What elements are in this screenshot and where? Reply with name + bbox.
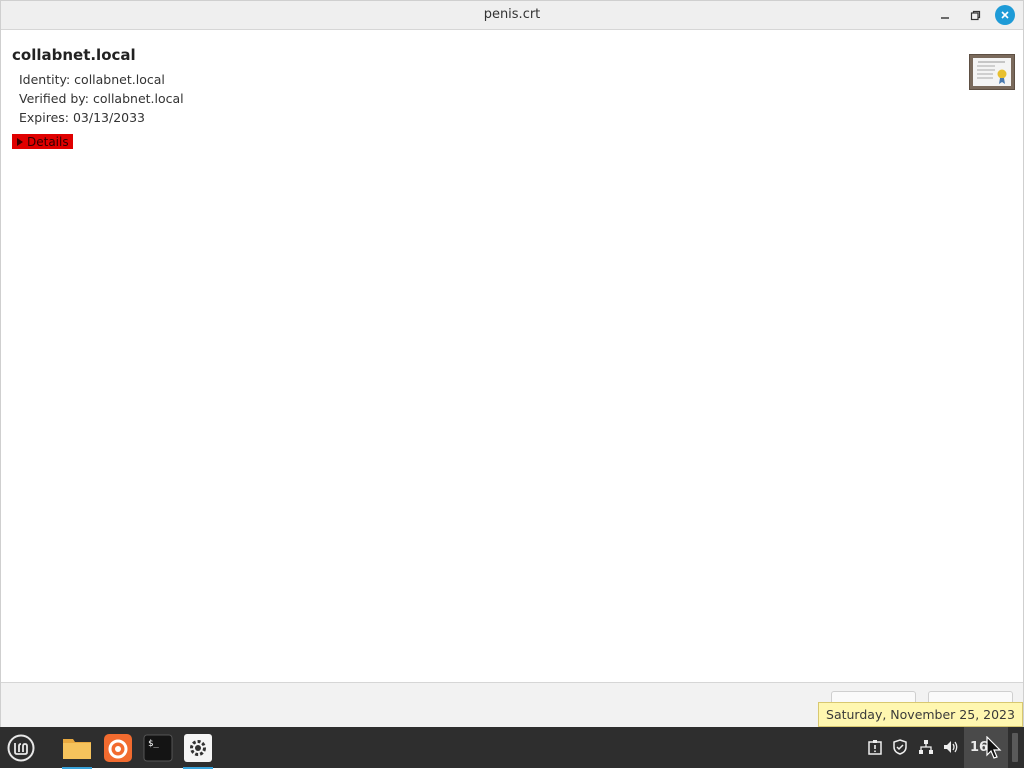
restore-icon: [970, 10, 980, 20]
certificate-content: collabnet.local Identity: collabnet.loca…: [1, 30, 1023, 682]
titlebar[interactable]: penis.crt: [1, 1, 1023, 30]
minimize-button[interactable]: [935, 5, 955, 25]
terminal-icon: $_: [143, 734, 173, 762]
svg-text:$_: $_: [148, 739, 159, 749]
maximize-button[interactable]: [965, 5, 985, 25]
firefox-launcher[interactable]: [101, 731, 135, 765]
mint-menu-icon: [7, 734, 35, 762]
certificate-common-name: collabnet.local: [12, 46, 136, 64]
network-icon[interactable]: [917, 738, 935, 756]
window-title: penis.crt: [483, 7, 541, 22]
volume-icon[interactable]: [942, 738, 960, 756]
mint-menu-button[interactable]: [4, 731, 38, 765]
taskbar: $_ 16: [0, 727, 1024, 769]
expander-arrow-icon: [17, 137, 23, 146]
minimize-icon: [941, 17, 949, 19]
date-tooltip: Saturday, November 25, 2023: [818, 702, 1023, 727]
files-launcher[interactable]: [60, 731, 94, 769]
gear-icon: [184, 734, 212, 762]
show-desktop-button[interactable]: [1012, 733, 1018, 762]
details-expander[interactable]: Details: [12, 134, 73, 149]
update-manager-icon[interactable]: [866, 738, 884, 756]
details-label: Details: [27, 134, 69, 149]
folder-icon: [63, 739, 91, 759]
certificate-icon: [969, 54, 1015, 90]
close-icon: [1001, 11, 1009, 19]
close-button[interactable]: [995, 5, 1015, 25]
shield-icon[interactable]: [891, 738, 909, 756]
settings-launcher[interactable]: [181, 731, 215, 769]
verified-by-label: Verified by: collabnet.local: [19, 91, 184, 106]
firefox-icon: [104, 734, 132, 762]
terminal-launcher[interactable]: $_: [141, 731, 175, 765]
expires-label: Expires: 03/13/2033: [19, 110, 146, 125]
certificate-viewer-window: penis.crt collabnet.local Identity: coll…: [0, 0, 1024, 731]
mouse-cursor-icon: [986, 736, 1002, 759]
identity-label: Identity: collabnet.local: [19, 72, 165, 87]
